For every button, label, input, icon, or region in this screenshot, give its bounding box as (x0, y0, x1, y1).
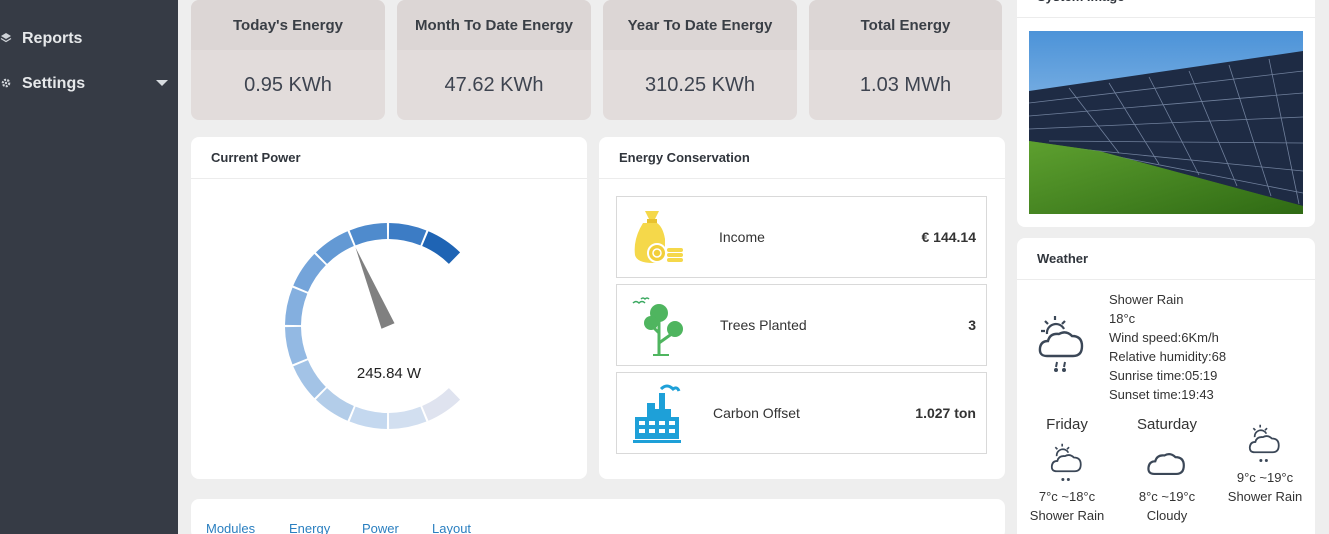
gauge-segments (285, 223, 461, 429)
shower-rain-icon (1050, 443, 1082, 482)
stat-value: 1.03 MWh (859, 73, 952, 96)
shower-rain-icon (1038, 316, 1084, 372)
weather-temp: 18°c (1109, 311, 1136, 326)
current-weather: Shower Rain 18°c Wind speed:6Km/h Relati… (1109, 290, 1226, 404)
row-label: Trees Planted (720, 317, 807, 333)
forecast-range: 8°c ~19°c (1138, 489, 1196, 504)
carbon-offset-row: Carbon Offset 1.027 ton (616, 372, 987, 454)
stat-label: Today's Energy (191, 0, 385, 50)
row-label: Income (719, 229, 765, 245)
weather-card: Weather Shower Rain 18°c Wind speed:6Km/… (1017, 238, 1315, 534)
forecast-day: Friday 7°c ~18°c Shower Rain (1025, 416, 1109, 523)
row-value: 1.027 ton (915, 405, 976, 421)
gauge-segment (293, 359, 326, 399)
gauge-segment (293, 253, 326, 293)
weather-sunrise: Sunrise time:05:19 (1109, 368, 1218, 383)
gear-icon (0, 77, 22, 92)
forecast-condition: Shower Rain (1029, 508, 1105, 523)
weather-condition: Shower Rain (1109, 292, 1184, 307)
factory-icon (633, 384, 681, 443)
forecast-day: 9°c ~19°c Shower Rain (1223, 422, 1307, 504)
chart-tabs: Modules Energy Power Layout (191, 499, 1005, 534)
power-gauge: 245.84 W (285, 223, 461, 429)
sidebar-item-label: Settings (22, 75, 86, 92)
gauge-segment (388, 223, 427, 246)
forecast-condition: Shower Rain (1227, 489, 1303, 504)
money-bag-icon (634, 211, 683, 263)
sidebar: Reports Settings (0, 0, 178, 534)
card-title: Energy Conservation (599, 137, 1005, 179)
stat-value: 310.25 KWh (644, 73, 756, 96)
stat-card-today: Today's Energy 0.95 KWh (191, 0, 385, 120)
gauge-segment (315, 231, 355, 264)
sidebar-item-settings[interactable]: Settings (0, 69, 178, 99)
row-value: € 144.14 (921, 229, 977, 245)
card-title: System Image (1017, 0, 1315, 18)
gauge-segment (315, 388, 355, 421)
forecast-condition: Cloudy (1146, 508, 1188, 523)
forecast-day: Saturday 8°c ~19°c Cloudy (1125, 416, 1209, 523)
card-title: Weather (1017, 238, 1315, 280)
stat-value: 47.62 KWh (444, 73, 544, 96)
stat-label: Year To Date Energy (603, 0, 797, 50)
gauge-segment (421, 231, 461, 264)
cloud-icon (1147, 453, 1185, 476)
row-label: Carbon Offset (713, 405, 800, 421)
system-image-card: System Image (1017, 0, 1315, 227)
tab-layout[interactable]: Layout (432, 521, 471, 534)
weather-humidity: Relative humidity:68 (1109, 349, 1227, 364)
weather-wind: Wind speed:6Km/h (1109, 330, 1219, 345)
forecast-range: 9°c ~19°c (1236, 470, 1294, 485)
tab-energy[interactable]: Energy (289, 521, 330, 534)
gauge-segment (349, 223, 388, 246)
trees-planted-row: Trees Planted 3 (616, 284, 987, 366)
stat-card-year: Year To Date Energy 310.25 KWh (603, 0, 797, 120)
stat-card-total: Total Energy 1.03 MWh (809, 0, 1002, 120)
shower-rain-icon (1248, 424, 1280, 463)
stat-value: 0.95 KWh (244, 73, 332, 96)
gauge-segment (285, 326, 308, 365)
sidebar-item-label: Reports (22, 30, 83, 47)
stat-label: Month To Date Energy (397, 0, 591, 50)
weather-sunset: Sunset time:19:43 (1109, 387, 1214, 402)
gauge-needle (355, 247, 395, 329)
trees-icon (632, 297, 683, 356)
chevron-down-icon[interactable] (156, 80, 168, 86)
forecast-range: 7°c ~18°c (1038, 489, 1096, 504)
gauge-segment (388, 406, 427, 429)
forecast-day-label: Saturday (1136, 416, 1198, 433)
stat-card-month: Month To Date Energy 47.62 KWh (397, 0, 591, 120)
forecast-day-label: Friday (1046, 416, 1088, 433)
gauge-value: 245.84 W (357, 365, 422, 382)
tab-modules[interactable]: Modules (206, 521, 255, 534)
gauge-segment (421, 388, 461, 421)
income-row: Income € 144.14 (616, 196, 987, 278)
layers-icon (0, 32, 22, 47)
gauge-segment (285, 287, 308, 326)
tab-power[interactable]: Power (362, 521, 399, 534)
solar-panel-image (1029, 31, 1303, 214)
sidebar-item-reports[interactable]: Reports (0, 24, 178, 54)
card-title: Current Power (191, 137, 587, 179)
stat-label: Total Energy (809, 0, 1002, 50)
row-value: 3 (968, 317, 976, 333)
current-power-card: Current Power 245.84 W (191, 137, 587, 479)
energy-conservation-card: Energy Conservation Income € 144.14 Tree… (599, 137, 1005, 479)
gauge-segment (349, 406, 388, 429)
